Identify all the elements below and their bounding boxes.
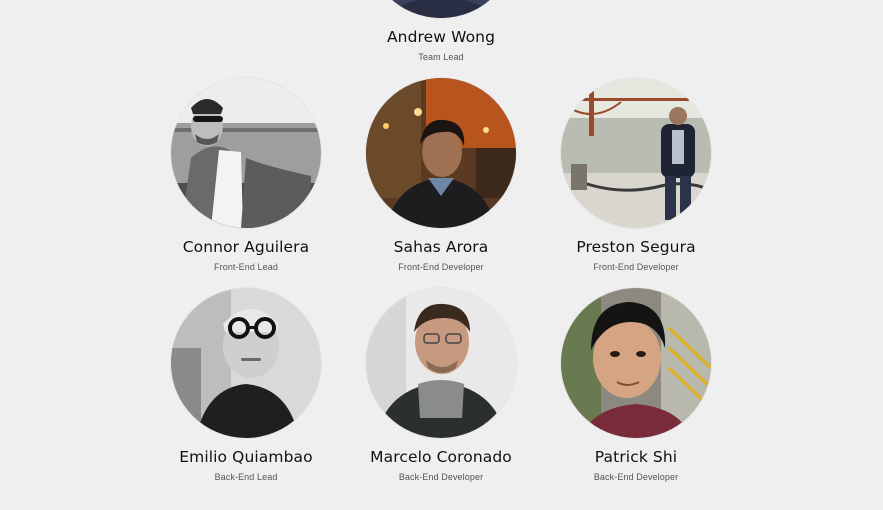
member-name: Andrew Wong [386,28,496,46]
member-role: Back-End Developer [593,472,679,482]
member-role: Front-End Developer [398,262,484,272]
team-member-card: Emilio Quiambao Back-End Lead [146,288,346,482]
member-photo-marcelo-coronado [366,288,516,438]
member-name: Marcelo Coronado [370,448,512,466]
member-photo-andrew-wong [366,0,516,18]
member-role: Front-End Lead [214,262,278,272]
member-photo-connor-aguilera [171,78,321,228]
member-photo-sahas-arora [366,78,516,228]
member-role: Front-End Developer [593,262,679,272]
member-name: Preston Segura [576,238,696,256]
member-name: Patrick Shi [594,448,678,466]
team-member-card: Marcelo Coronado Back-End Developer [341,288,541,482]
member-photo-emilio-quiambao [171,288,321,438]
team-member-card-lead: Andrew Wong Team Lead [341,0,541,62]
member-role: Back-End Lead [214,472,278,482]
member-role: Back-End Developer [398,472,484,482]
team-page: Andrew Wong Team Lead Connor Aguilera Fr… [0,0,883,510]
member-name: Sahas Arora [393,238,489,256]
member-name: Connor Aguilera [182,238,310,256]
team-member-card: Preston Segura Front-End Developer [536,78,736,272]
team-member-card: Connor Aguilera Front-End Lead [146,78,346,272]
member-name: Emilio Quiambao [179,448,313,466]
member-photo-preston-segura [561,78,711,228]
team-member-card: Sahas Arora Front-End Developer [341,78,541,272]
member-photo-patrick-shi [561,288,711,438]
team-member-card: Patrick Shi Back-End Developer [536,288,736,482]
member-role: Team Lead [418,52,464,62]
